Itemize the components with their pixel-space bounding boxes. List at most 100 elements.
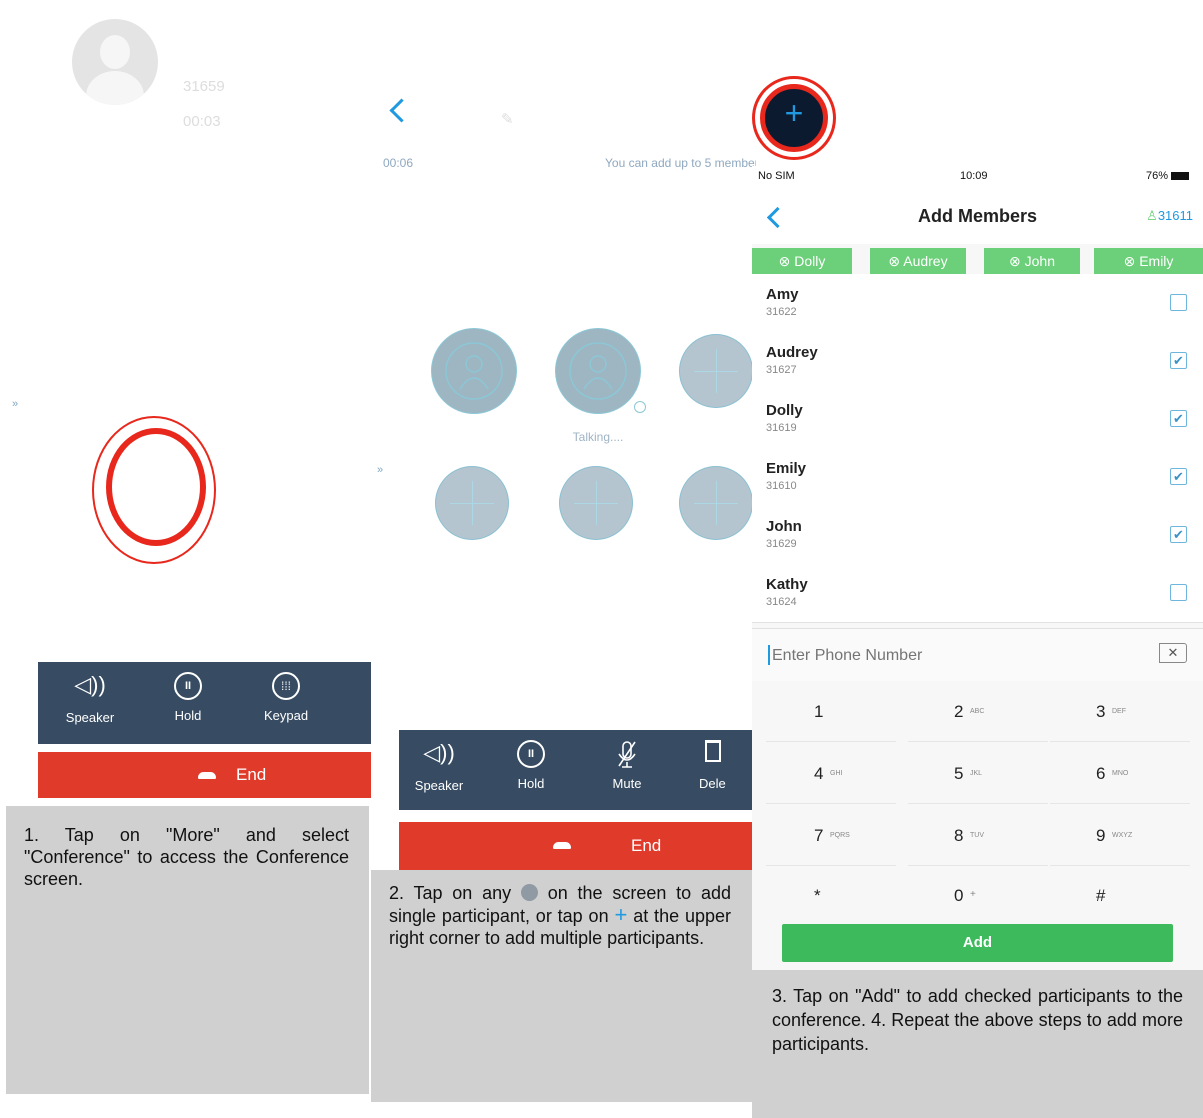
add-participant-slot[interactable] xyxy=(679,466,753,540)
hangup-icon xyxy=(553,842,571,849)
member-checkbox[interactable]: ✔ xyxy=(1170,352,1187,369)
hold-button[interactable]: II Hold xyxy=(156,672,220,738)
contact-name: lulu xyxy=(183,40,213,61)
speaker-button[interactable]: ◁)) Speaker xyxy=(58,672,122,738)
add-participant-slot[interactable] xyxy=(559,466,633,540)
mute-label: Mute xyxy=(612,776,642,791)
chip-john[interactable]: ⊗ John xyxy=(984,248,1080,274)
member-number: 31624 xyxy=(766,596,797,608)
conference-title[interactable]: ✎ New Conference xyxy=(501,108,660,130)
member-checkbox[interactable]: ✔ xyxy=(1170,410,1187,427)
nav-bar: Add Members ♙31611 xyxy=(752,188,1203,244)
chip-audrey[interactable]: ⊗ Audrey xyxy=(870,248,966,274)
mute-button[interactable]: Mute xyxy=(595,740,659,806)
speaker-label: Speaker xyxy=(414,778,464,793)
hold-button[interactable]: II Hold xyxy=(499,740,563,806)
member-number: 31619 xyxy=(766,422,797,434)
member-number: 31610 xyxy=(766,480,797,492)
add-button[interactable]: Add xyxy=(782,924,1173,962)
key-star[interactable]: * xyxy=(766,868,906,924)
key-hash[interactable]: # xyxy=(1050,868,1190,924)
battery-icon xyxy=(748,72,756,80)
mute-button[interactable] xyxy=(276,446,340,510)
chip-dolly[interactable]: ⊗ Dolly xyxy=(752,248,852,274)
trash-icon xyxy=(705,740,721,762)
member-row[interactable]: Kathy 31624 xyxy=(752,564,1203,623)
member-row[interactable]: John 31629 ✔ xyxy=(752,506,1203,565)
checkmark-icon: ✔ xyxy=(1173,411,1184,426)
key-4[interactable]: 4 GHI xyxy=(766,746,906,802)
key-3[interactable]: 3 DEF xyxy=(1050,684,1190,740)
host-label: Host xyxy=(461,414,487,428)
member-row[interactable]: Emily 31610 ✔ xyxy=(752,448,1203,507)
step2-caption: 2. Tap on any on the screen to add singl… xyxy=(371,870,753,1102)
speaker-icon: ◁)) xyxy=(74,672,106,697)
member-checkbox[interactable]: ✔ xyxy=(1170,526,1187,543)
speaker-button[interactable]: ◁)) Speaker xyxy=(407,740,471,806)
back-button[interactable] xyxy=(126,310,190,374)
key-8[interactable]: 8 TUV xyxy=(908,808,1048,864)
end-label: End xyxy=(631,836,662,855)
member-checkbox[interactable]: ✔ xyxy=(1170,468,1187,485)
key-6[interactable]: 6 MNO xyxy=(1050,746,1190,802)
conference-title-text: New Conference xyxy=(518,108,661,129)
member-number: 31629 xyxy=(766,538,797,550)
conference-timer: 00:06 xyxy=(383,156,414,170)
mute-label: Mute xyxy=(293,532,323,547)
step3-text: 3. Tap on "Add" to add checked participa… xyxy=(772,986,1183,1054)
person-icon xyxy=(445,342,503,400)
conference-screen: No SIM 10:09 76% ✎ New Conference 00:06 … xyxy=(371,66,756,870)
transfer-button[interactable]: ℭ↔ℭ xyxy=(272,310,336,374)
chip-emily[interactable]: ⊗ Emily xyxy=(1094,248,1203,274)
contact-number: 31659 xyxy=(183,78,225,95)
key-1[interactable]: 1 xyxy=(766,684,906,740)
member-name: John xyxy=(766,518,802,535)
add-participant-slot[interactable] xyxy=(679,334,753,408)
mic-status-icon xyxy=(634,401,646,413)
add-members-screen: No SIM 10:09 76% Add Members ♙31611 ⊗ Do… xyxy=(752,166,1203,970)
add-members-button[interactable]: + xyxy=(752,76,836,160)
selected-chips: ⊗ Dolly ⊗ Audrey ⊗ John ⊗ Emily xyxy=(752,248,1203,274)
member-row[interactable]: Audrey 31627 ✔ xyxy=(752,332,1203,391)
checkmark-icon: ✔ xyxy=(1173,527,1184,542)
key-7[interactable]: 7 PQRS xyxy=(766,808,906,864)
call-toolbar: ◁)) Speaker II Hold ⁞⁞⁞ Keypad xyxy=(38,662,371,744)
key-2[interactable]: 2 ABC xyxy=(908,684,1048,740)
end-call-button[interactable]: End xyxy=(38,752,371,798)
participant-lulu[interactable] xyxy=(555,328,646,414)
member-row[interactable]: Amy 31622 xyxy=(752,274,1203,333)
key-9[interactable]: 9 WXYZ xyxy=(1050,808,1190,864)
mic-mute-icon xyxy=(297,463,319,494)
account-selector[interactable]: ♙31611 xyxy=(1146,208,1193,224)
back-label: Back xyxy=(143,376,173,391)
participant-host[interactable] xyxy=(431,328,517,414)
member-row[interactable]: Dolly 31619 ✔ xyxy=(752,390,1203,449)
back-chevron-icon[interactable] xyxy=(389,98,414,123)
hold-label: Hold xyxy=(174,708,202,723)
key-0[interactable]: 0 + xyxy=(908,868,1048,924)
add-participant-slot[interactable] xyxy=(435,466,509,540)
step1-caption: 1. Tap on "More" and select "Conference"… xyxy=(6,806,369,1094)
phone-number-input[interactable] xyxy=(770,641,1114,671)
end-call-button[interactable]: End xyxy=(399,822,756,870)
person-icon xyxy=(569,342,627,400)
pause-icon: II xyxy=(517,740,545,768)
delete-button[interactable]: Dele xyxy=(699,740,756,806)
keypad-button[interactable]: ⁞⁞⁞ Keypad xyxy=(250,672,322,738)
key-5[interactable]: 5 JKL xyxy=(908,746,1048,802)
member-limit-notice: You can add up to 5 members xyxy=(605,156,756,170)
transfer-phone-icon: ℭ↔ℭ xyxy=(282,329,326,349)
conference-toolbar: ◁)) Speaker II Hold Mute Dele xyxy=(399,730,756,810)
member-checkbox[interactable] xyxy=(1170,294,1187,311)
mic-mute-icon xyxy=(618,741,636,768)
step2-text-a: 2. Tap on any xyxy=(389,883,512,903)
transfer-label: Transfer xyxy=(280,376,328,391)
add-label: Add xyxy=(962,934,993,951)
step3-caption: 3. Tap on "Add" to add checked participa… xyxy=(752,970,1203,1118)
member-checkbox[interactable] xyxy=(1170,584,1187,601)
delete-label: Dele xyxy=(699,776,726,791)
speaker-icon: ◁)) xyxy=(423,740,455,765)
lulu-status: Talking.... xyxy=(572,430,624,444)
backspace-icon[interactable]: ✕ xyxy=(1159,643,1187,663)
battery-icon xyxy=(1171,172,1189,180)
